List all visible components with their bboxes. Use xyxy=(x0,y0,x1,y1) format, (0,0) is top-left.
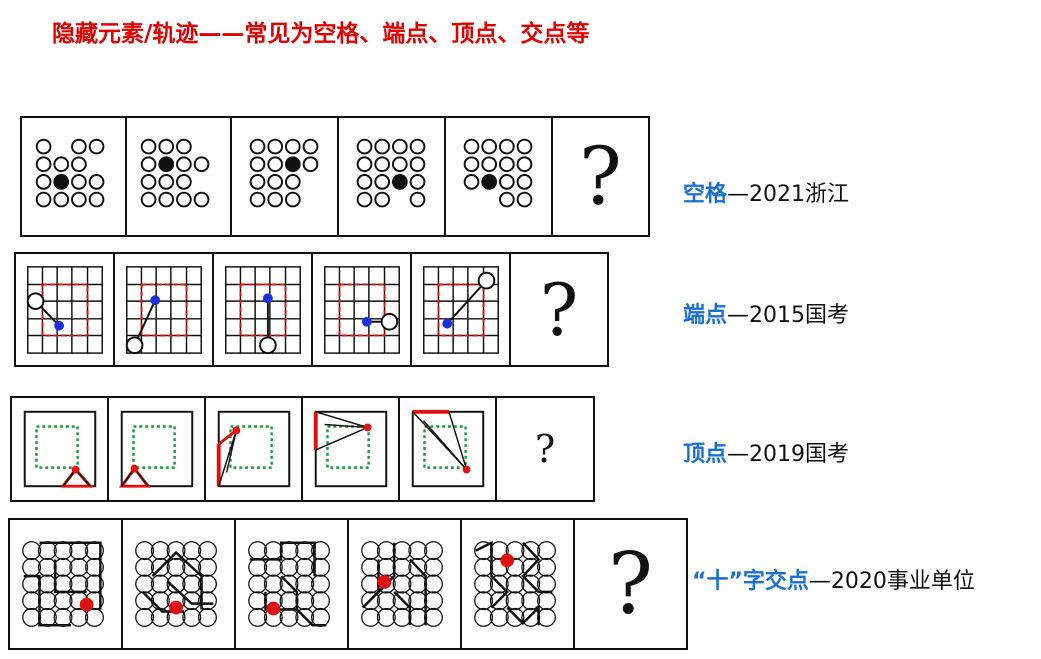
page-title: 隐藏元素/轨迹——常见为空格、端点、顶点、交点等 xyxy=(52,21,590,47)
circle-grid-figure xyxy=(249,138,319,208)
row-source: —2020事业单位 xyxy=(808,569,975,594)
circle-lattice-figure xyxy=(474,540,556,627)
panel-3 xyxy=(236,520,349,648)
panel-3 xyxy=(232,118,339,235)
panel-2 xyxy=(127,118,232,235)
panel-1 xyxy=(16,254,115,365)
circle-grid-figure xyxy=(356,138,426,208)
circle-lattice-figure xyxy=(135,541,217,627)
row-label-vertices: 顶点—2019国考 xyxy=(683,436,849,468)
circle-lattice-figure xyxy=(248,541,330,627)
vertex-figure xyxy=(313,410,388,488)
grid-line-figure xyxy=(324,266,400,354)
panel-4 xyxy=(303,398,400,500)
vertex-figure xyxy=(411,409,485,488)
row-source: —2021浙江 xyxy=(727,182,850,207)
panel-answer: ? xyxy=(497,398,593,500)
row-keyword: 顶点 xyxy=(683,442,728,467)
puzzle-row-cross-points: ? xyxy=(8,518,688,650)
circle-grid-figure xyxy=(35,138,105,208)
row-keyword: 端点 xyxy=(683,303,728,328)
panel-2 xyxy=(115,254,214,365)
grid-line-figure xyxy=(26,266,103,354)
puzzle-row-vertices: ? xyxy=(10,396,595,502)
circle-grid-figure xyxy=(140,138,210,208)
row-source: —2019国考 xyxy=(727,442,850,467)
question-mark: ? xyxy=(607,535,654,633)
row-keyword: “十”字交点 xyxy=(692,569,809,594)
row-label-blanks: 空格—2021浙江 xyxy=(683,176,849,208)
vertex-figure xyxy=(23,410,97,488)
question-mark: ? xyxy=(539,267,579,352)
panel-answer: ? xyxy=(553,118,648,235)
question-mark: ? xyxy=(534,427,556,471)
panel-3 xyxy=(206,398,303,500)
panel-5 xyxy=(400,398,497,500)
puzzle-row-endpoints: ? xyxy=(14,252,609,367)
circle-lattice-figure xyxy=(361,541,443,627)
panel-answer: ? xyxy=(575,520,686,648)
vertex-figure xyxy=(118,410,194,488)
panel-4 xyxy=(339,118,446,235)
circle-lattice-figure xyxy=(22,541,104,627)
question-mark: ? xyxy=(579,130,622,223)
panel-2 xyxy=(109,398,206,500)
panel-5 xyxy=(412,254,511,365)
panel-4 xyxy=(349,520,462,648)
panel-answer: ? xyxy=(511,254,607,365)
row-label-cross-points: “十”字交点—2020事业单位 xyxy=(692,563,975,595)
panel-4 xyxy=(313,254,412,365)
panel-1 xyxy=(10,520,123,648)
panel-5 xyxy=(446,118,553,235)
vertex-figure xyxy=(216,410,291,488)
grid-line-figure xyxy=(125,266,202,355)
puzzle-row-blanks: ? xyxy=(20,116,650,237)
panel-2 xyxy=(123,520,236,648)
panel-5 xyxy=(462,520,575,648)
row-keyword: 空格 xyxy=(683,182,728,207)
panel-1 xyxy=(12,398,109,500)
panel-3 xyxy=(214,254,313,365)
row-source: —2015国考 xyxy=(727,303,850,328)
row-label-endpoints: 端点—2015国考 xyxy=(683,297,849,329)
grid-line-figure xyxy=(423,266,499,354)
panel-1 xyxy=(22,118,127,235)
circle-grid-figure xyxy=(463,138,533,208)
grid-line-figure xyxy=(225,266,301,355)
